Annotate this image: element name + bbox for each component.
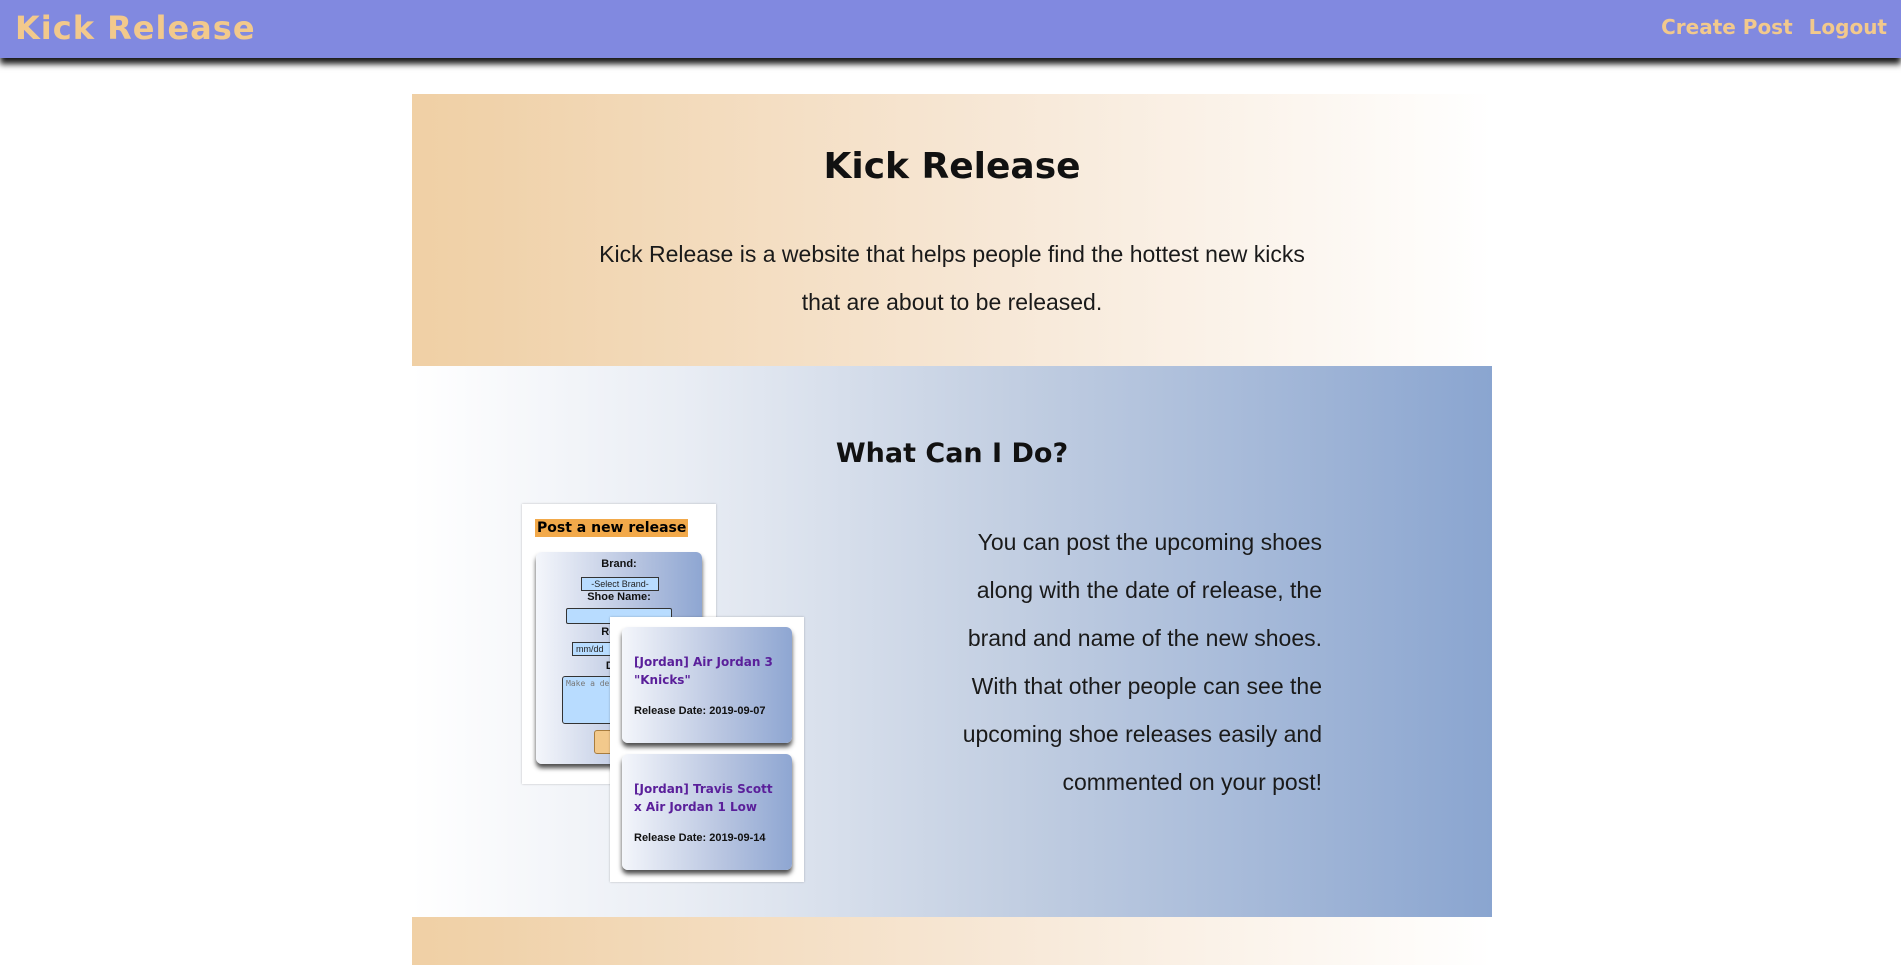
logout-link[interactable]: Logout [1809, 15, 1887, 39]
features-text: You can post the upcoming shoes along wi… [962, 529, 1322, 795]
intro-title: Kick Release [823, 146, 1081, 187]
release-card-title: [Jordan] Travis Scott x Air Jordan 1 Low [634, 782, 773, 814]
release-card: [Jordan] Travis Scott x Air Jordan 1 Low… [622, 754, 792, 870]
release-list-screenshot: [Jordan] Air Jordan 3 "Knicks" Release D… [610, 617, 804, 882]
release-card-date: Release Date: 2019-09-07 [634, 705, 766, 717]
brand-label: Brand: [601, 558, 637, 570]
features-section: What Can I Do? Post a new release Brand:… [412, 366, 1492, 917]
create-post-link[interactable]: Create Post [1661, 15, 1793, 39]
release-card: [Jordan] Air Jordan 3 "Knicks" Release D… [622, 627, 792, 743]
release-card-date: Release Date: 2019-09-14 [634, 832, 766, 844]
next-section [412, 917, 1492, 965]
navbar: Kick Release Create Post Logout [0, 0, 1901, 58]
brand-select: -Select Brand- [581, 577, 659, 591]
intro-text: Kick Release is a website that helps peo… [599, 241, 1305, 315]
brand-logo-link[interactable]: Kick Release [15, 9, 256, 47]
release-card-title: [Jordan] Air Jordan 3 "Knicks" [634, 655, 773, 687]
intro-section: Kick Release Kick Release is a website t… [412, 94, 1492, 366]
features-title: What Can I Do? [835, 438, 1069, 469]
nav-links: Create Post Logout [1661, 15, 1887, 39]
form-heading: Post a new release [535, 519, 689, 537]
shoe-name-label: Shoe Name: [587, 591, 651, 603]
